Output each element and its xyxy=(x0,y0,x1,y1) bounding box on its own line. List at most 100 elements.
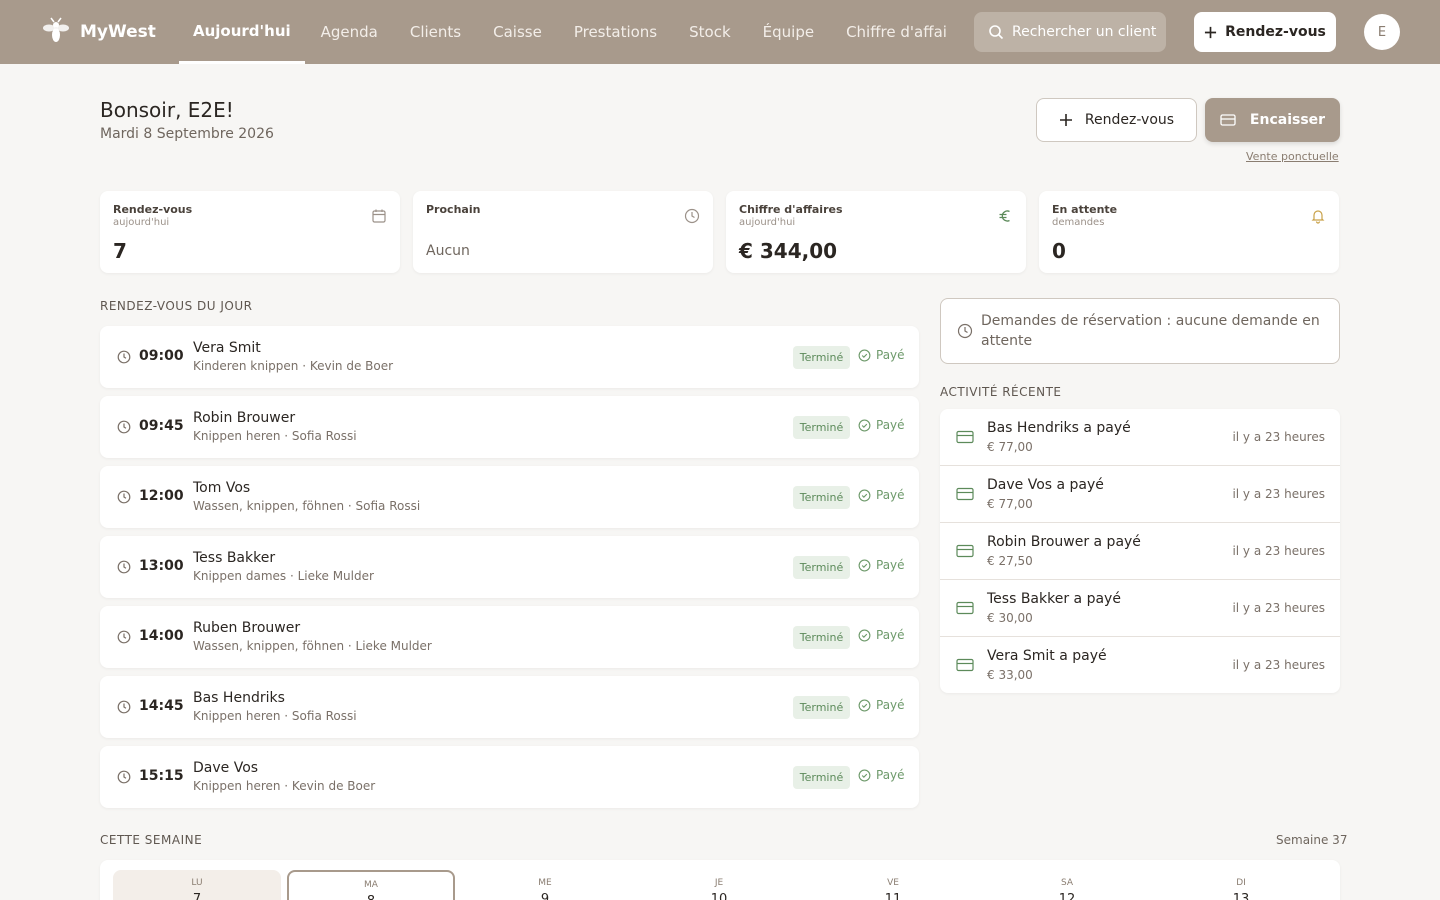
status-badge: Terminé xyxy=(793,766,850,789)
nav-item-equipe[interactable]: Équipe xyxy=(747,0,830,64)
credit-card-icon xyxy=(1220,114,1236,126)
stat-sublabel: demandes xyxy=(1052,217,1105,228)
activity-item[interactable]: Robin Brouwer a payé € 27,50 il y a 23 h… xyxy=(940,523,1340,580)
top-nav-bar: MyWest Aujourd'hui Agenda Clients Caisse… xyxy=(0,0,1440,64)
day-number: 10 xyxy=(710,892,728,900)
activity-time: il y a 23 heures xyxy=(1232,487,1325,501)
appointment-detail: Knippen dames · Lieke Mulder xyxy=(193,569,374,583)
clock-icon xyxy=(117,420,131,434)
activity-title: Vera Smit a payé xyxy=(987,648,1107,664)
day-name: JE xyxy=(714,878,724,888)
day-number: 12 xyxy=(1058,892,1076,900)
activity-time: il y a 23 heures xyxy=(1232,544,1325,558)
booking-requests-panel[interactable]: Demandes de réservation : aucune demande… xyxy=(940,298,1340,364)
week-day-tue[interactable]: MA 8 xyxy=(287,870,455,900)
day-name: SA xyxy=(1060,878,1074,888)
payment-status: Payé xyxy=(858,418,905,432)
appointment-detail: Wassen, knippen, föhnen · Lieke Mulder xyxy=(193,639,432,653)
day-number: 8 xyxy=(289,894,453,900)
user-avatar[interactable]: E xyxy=(1364,14,1400,50)
week-day-sat[interactable]: SA 12 xyxy=(983,870,1151,900)
appointment-row[interactable]: 09:00 Vera Smit Kinderen knippen · Kevin… xyxy=(100,326,919,388)
activity-time: il y a 23 heures xyxy=(1232,658,1325,672)
week-number: Semaine 37 xyxy=(1276,833,1348,847)
clock-icon xyxy=(117,350,131,364)
appointment-detail: Knippen heren · Kevin de Boer xyxy=(193,779,376,793)
one-off-sale-link[interactable]: Vente ponctuelle xyxy=(1246,150,1339,163)
nav-item-caisse[interactable]: Caisse xyxy=(477,0,558,64)
appointment-row[interactable]: 12:00 Tom Vos Wassen, knippen, föhnen · … xyxy=(100,466,919,528)
nav-item-prestations[interactable]: Prestations xyxy=(558,0,673,64)
appointment-row[interactable]: 14:45 Bas Hendriks Knippen heren · Sofia… xyxy=(100,676,919,738)
client-search-button[interactable]: Rechercher un client xyxy=(974,12,1166,52)
stat-label: En attente xyxy=(1052,203,1118,216)
app-logo[interactable]: MyWest xyxy=(40,14,156,50)
check-circle-icon xyxy=(858,629,871,641)
nav-item-clients[interactable]: Clients xyxy=(394,0,477,64)
clock-icon xyxy=(117,700,131,714)
clock-icon xyxy=(117,490,131,504)
main-nav: Aujourd'hui Agenda Clients Caisse Presta… xyxy=(179,0,946,64)
appointment-time: 12:00 xyxy=(139,488,184,504)
stat-label: Chiffre d'affaires xyxy=(739,203,843,216)
app-name: MyWest xyxy=(80,22,156,42)
appointment-detail: Knippen heren · Sofia Rossi xyxy=(193,709,357,723)
check-circle-icon xyxy=(858,699,871,711)
appointment-detail: Wassen, knippen, föhnen · Sofia Rossi xyxy=(193,499,421,513)
checkout-button[interactable]: Encaisser xyxy=(1205,98,1340,142)
week-day-wed[interactable]: ME 9 xyxy=(461,870,629,900)
payment-status: Payé xyxy=(858,348,905,362)
appointment-time: 13:00 xyxy=(139,558,184,574)
nav-item-agenda[interactable]: Agenda xyxy=(305,0,394,64)
booking-requests-text: Demandes de réservation : aucune demande… xyxy=(981,313,1320,349)
clock-icon xyxy=(684,208,700,224)
bee-logo-icon xyxy=(43,17,69,42)
stat-card-next: Prochain Aucun xyxy=(413,191,713,273)
activity-time: il y a 23 heures xyxy=(1232,430,1325,444)
check-circle-icon xyxy=(858,419,871,431)
plus-icon xyxy=(1205,26,1217,38)
payment-status: Payé xyxy=(858,628,905,642)
week-day-sun[interactable]: DI 13 xyxy=(1157,870,1325,900)
day-name: MA xyxy=(364,880,378,890)
week-day-fri[interactable]: VE 11 xyxy=(809,870,977,900)
credit-card-icon xyxy=(956,430,974,444)
appointment-time: 15:15 xyxy=(139,768,184,784)
week-day-thu[interactable]: JE 10 xyxy=(635,870,803,900)
activity-amount: € 30,00 xyxy=(987,611,1033,625)
payment-status: Payé xyxy=(858,558,905,572)
week-day-mon[interactable]: LU 7 xyxy=(113,870,281,900)
bell-icon xyxy=(1311,210,1325,224)
activity-item[interactable]: Vera Smit a payé € 33,00 il y a 23 heure… xyxy=(940,637,1340,694)
new-appointment-top-button[interactable]: Rendez-vous xyxy=(1194,12,1336,52)
appointments-section-title: RENDEZ-VOUS DU JOUR xyxy=(100,299,253,313)
appointment-time: 09:00 xyxy=(139,348,184,364)
appointment-row[interactable]: 15:15 Dave Vos Knippen heren · Kevin de … xyxy=(100,746,919,808)
euro-icon xyxy=(999,210,1010,222)
day-number: 9 xyxy=(540,892,550,900)
status-badge: Terminé xyxy=(793,626,850,649)
clock-icon xyxy=(117,630,131,644)
current-date: Mardi 8 Septembre 2026 xyxy=(100,126,274,142)
nav-item-stock[interactable]: Stock xyxy=(673,0,747,64)
status-badge: Terminé xyxy=(793,416,850,439)
payment-label: Payé xyxy=(876,348,905,362)
appointment-row[interactable]: 09:45 Robin Brouwer Knippen heren · Sofi… xyxy=(100,396,919,458)
appointment-row[interactable]: 13:00 Tess Bakker Knippen dames · Lieke … xyxy=(100,536,919,598)
activity-item[interactable]: Dave Vos a payé € 77,00 il y a 23 heures xyxy=(940,466,1340,523)
check-circle-icon xyxy=(858,349,871,361)
day-name: LU xyxy=(191,878,203,888)
appointment-time: 09:45 xyxy=(139,418,184,434)
payment-label: Payé xyxy=(876,768,905,782)
search-label: Rechercher un client xyxy=(1012,24,1157,40)
nav-item-today[interactable]: Aujourd'hui xyxy=(179,0,305,64)
activity-item[interactable]: Tess Bakker a payé € 30,00 il y a 23 heu… xyxy=(940,580,1340,637)
appointment-row[interactable]: 14:00 Ruben Brouwer Wassen, knippen, föh… xyxy=(100,606,919,668)
payment-label: Payé xyxy=(876,418,905,432)
stat-label: Rendez-vous xyxy=(113,203,193,216)
new-appointment-button[interactable]: Rendez-vous xyxy=(1036,98,1197,142)
nav-item-revenue[interactable]: Chiffre d'affai xyxy=(830,0,946,64)
activity-item[interactable]: Bas Hendriks a payé € 77,00 il y a 23 he… xyxy=(940,409,1340,466)
week-section-title: CETTE SEMAINE xyxy=(100,833,203,847)
stat-sublabel: aujourd'hui xyxy=(739,217,796,228)
